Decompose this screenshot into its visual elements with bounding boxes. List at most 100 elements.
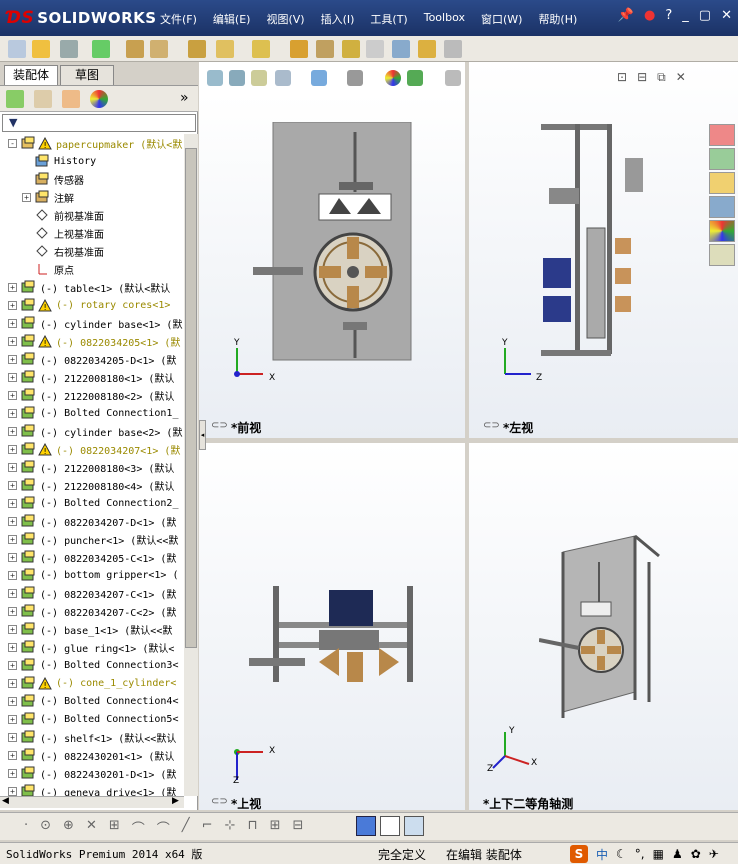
expander-icon[interactable]: + (8, 642, 17, 652)
tree-row[interactable]: + (-) table<1> (默认<默认 (0, 278, 184, 296)
expander-icon[interactable]: + (8, 660, 17, 670)
file-explorer-icon[interactable] (709, 172, 735, 194)
expander-icon[interactable]: + (8, 696, 17, 706)
panel-collapse-handle[interactable]: ◂ (199, 420, 206, 450)
tree-row[interactable]: 原点 (0, 260, 184, 278)
expander-icon[interactable]: + (8, 408, 17, 418)
expander-icon[interactable]: + (8, 336, 17, 346)
tree-row[interactable]: + (-) 0822034207-D<1> (默 (0, 512, 184, 530)
user-icon[interactable]: ♟ (672, 847, 683, 861)
scroll-thumb[interactable] (185, 148, 197, 648)
expander-icon[interactable]: + (8, 768, 17, 778)
insert-component-icon[interactable] (92, 40, 110, 58)
hide-show-items-icon[interactable] (385, 70, 401, 86)
tree-row[interactable]: + (-) Bolted Connection5< (0, 710, 184, 728)
solidworks-logo[interactable]: ƊS SOLIDWORKS (6, 6, 157, 30)
expander-icon[interactable]: + (8, 732, 17, 742)
tree-row[interactable]: 传感器 (0, 170, 184, 188)
close-viewport-icon[interactable]: ✕ (676, 70, 686, 85)
appearances-icon[interactable] (709, 220, 735, 242)
ime-mode[interactable]: 中 (596, 846, 608, 863)
smart-fasteners-icon[interactable] (188, 40, 206, 58)
smart-dimension-icon[interactable]: ⊹ (225, 818, 236, 837)
graphics-area[interactable]: ⊡ ⊟ ⧉ ✕ Y X ⊂⊃ *前视 Y Z ⊂⊃ *左视 X Z ⊂⊃ *上视… (199, 62, 738, 811)
expander-icon[interactable]: + (8, 624, 17, 634)
reference-geometry-icon[interactable] (316, 40, 334, 58)
new-motion-study-icon[interactable] (342, 40, 360, 58)
configuration-manager-icon[interactable] (62, 90, 80, 108)
single-view-icon[interactable]: ⊡ (617, 70, 627, 85)
expander-icon[interactable]: + (8, 678, 17, 688)
tree-row[interactable]: + (-) cylinder base<1> (默 (0, 314, 184, 332)
show-hidden-icon[interactable] (252, 40, 270, 58)
polygon-icon[interactable]: ⊕ (63, 818, 74, 837)
circle-icon[interactable]: ⊙ (40, 818, 51, 837)
tree-row[interactable]: + (-) 2122008180<4> (默认 (0, 476, 184, 494)
tree-row[interactable]: + (-) glue ring<1> (默认< (0, 638, 184, 656)
tab-assembly[interactable]: 装配体 (4, 65, 58, 85)
restore-icon[interactable]: ▢ (699, 8, 711, 23)
tree-row[interactable]: + (-) shelf<1> (默认<<默认 (0, 728, 184, 746)
expander-icon[interactable]: - (8, 138, 17, 148)
linear-pattern-icon[interactable] (150, 40, 168, 58)
solidworks-resources-icon[interactable] (709, 124, 735, 146)
expander-icon[interactable]: + (8, 462, 17, 472)
menu-item[interactable]: Toolbox (416, 9, 473, 29)
scroll-left-icon[interactable]: ◀ (2, 796, 9, 806)
feature-manager-icon[interactable] (6, 90, 24, 108)
view-3d-icon[interactable] (356, 816, 376, 836)
tree-row[interactable]: + (-) cylinder base<2> (默 (0, 422, 184, 440)
tree-row[interactable]: + (-) 2122008180<3> (默认 (0, 458, 184, 476)
tree-vertical-scrollbar[interactable] (184, 134, 198, 796)
expander-icon[interactable]: + (8, 426, 17, 436)
filter-input[interactable]: ▼ (2, 114, 196, 132)
view-link-icon[interactable]: ⊂⊃ (211, 420, 228, 431)
point-icon[interactable]: · (24, 818, 28, 837)
expander-icon[interactable]: + (8, 552, 17, 562)
previous-view-icon[interactable] (251, 70, 267, 86)
instant3d-icon[interactable] (444, 40, 462, 58)
moon-icon[interactable]: ☾ (616, 847, 627, 861)
tree-row[interactable]: + (-) base_1<1> (默认<<默 (0, 620, 184, 638)
view-link-icon[interactable]: ⊂⊃ (211, 796, 228, 807)
iso-view-model[interactable] (539, 532, 669, 722)
tree-row[interactable]: +! (-) rotary cores<1> (0, 296, 184, 314)
scroll-right-icon[interactable]: ▶ (172, 796, 179, 806)
view-palette-icon[interactable] (709, 196, 735, 218)
restore-viewport-icon[interactable]: ⧉ (657, 70, 666, 85)
mirror-icon[interactable]: ⌒ (157, 818, 170, 837)
view-four-icon[interactable] (404, 816, 424, 836)
zoom-to-area-icon[interactable] (229, 70, 245, 86)
menu-item[interactable]: 窗口(W) (473, 9, 530, 29)
offset-icon[interactable]: ⌒ (132, 818, 145, 837)
view-orientation-icon[interactable] (311, 70, 327, 86)
left-view-model[interactable] (529, 118, 669, 368)
sogou-icon[interactable]: S (570, 845, 588, 863)
tree-row[interactable]: + (-) geneva drive<1> (默 (0, 782, 184, 796)
appearance-manager-icon[interactable] (90, 90, 108, 108)
two-view-icon[interactable]: ⊟ (637, 70, 647, 85)
tree-row[interactable]: -! papercupmaker (默认<默 (0, 134, 184, 152)
menu-item[interactable]: 文件(F) (152, 9, 205, 29)
expander-icon[interactable]: + (8, 480, 17, 490)
line-icon[interactable]: ╱ (182, 818, 190, 837)
view-link-icon[interactable]: ⊂⊃ (483, 420, 500, 431)
tree-row[interactable]: + (-) Bolted Connection4< (0, 692, 184, 710)
tree-row[interactable]: 前视基准面 (0, 206, 184, 224)
close-icon[interactable]: ✕ (721, 8, 732, 23)
shaded-icon[interactable]: ⊟ (293, 818, 304, 837)
menu-item[interactable]: 工具(T) (362, 9, 415, 29)
punctuation-icon[interactable]: °, (635, 847, 645, 861)
expander-icon[interactable]: + (8, 300, 17, 310)
expander-icon[interactable]: + (8, 372, 17, 382)
tree-row[interactable]: + (-) 0822430201<1> (默认 (0, 746, 184, 764)
menu-item[interactable]: 帮助(H) (530, 9, 585, 29)
attach-icon[interactable] (60, 40, 78, 58)
tree-row[interactable]: + (-) 0822034205-D<1> (默 (0, 350, 184, 368)
tree-row[interactable]: +! (-) 0822034207<1> (默 (0, 440, 184, 458)
vertical-splitter[interactable] (465, 62, 469, 810)
expander-icon[interactable]: + (8, 498, 17, 508)
custom-properties-icon[interactable] (709, 244, 735, 266)
grid-icon[interactable]: ⊞ (270, 818, 281, 837)
exploded-view-icon[interactable] (392, 40, 410, 58)
